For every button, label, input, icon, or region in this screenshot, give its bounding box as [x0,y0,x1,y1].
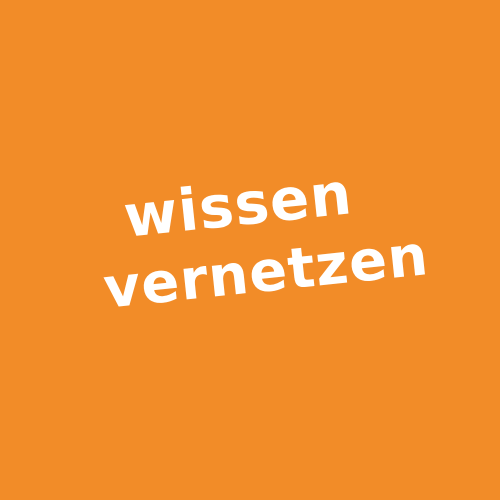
orange-tile: wissen vernetzen [0,0,500,500]
